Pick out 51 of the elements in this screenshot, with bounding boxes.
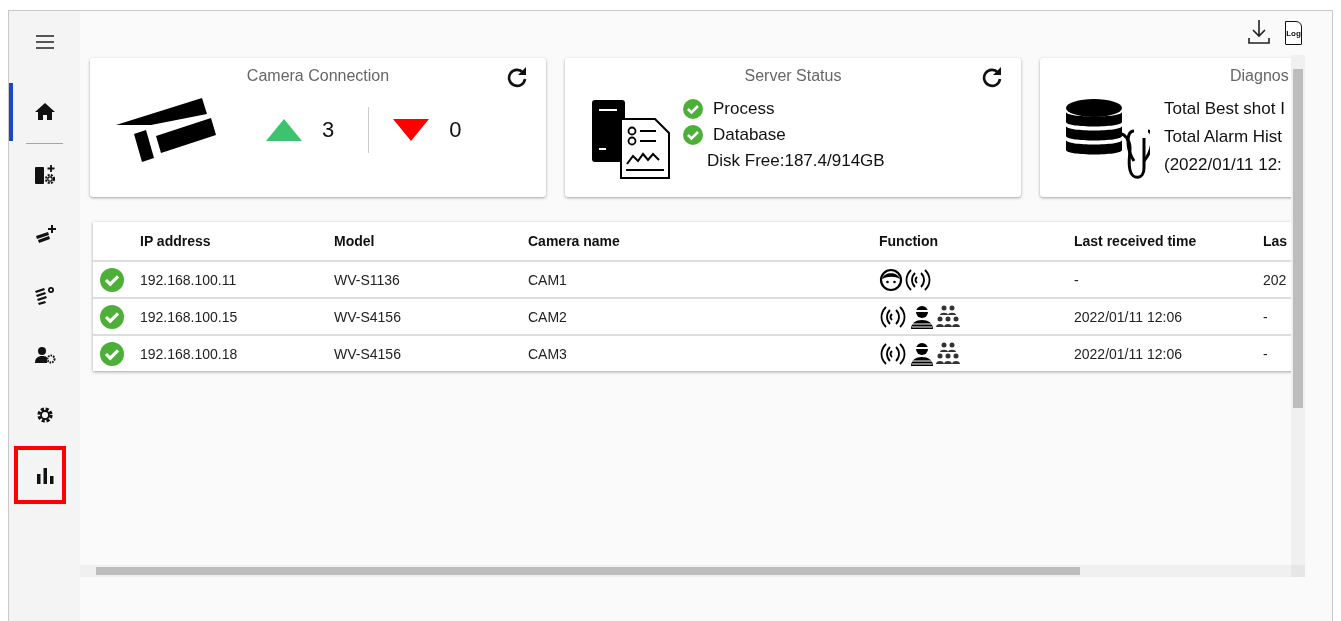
table-cell-text: 2022/01/11 12:06	[1073, 345, 1183, 362]
diagnosis-text: Total Alarm Hist	[1164, 127, 1284, 147]
table-cell-text: 192.168.100.18	[139, 345, 239, 362]
arrow-down-icon	[393, 119, 430, 141]
camera-plus-icon	[33, 224, 56, 246]
home-icon	[33, 101, 56, 123]
diagnosis-text: (2022/01/11 12:	[1164, 155, 1283, 175]
connected-count: 3	[322, 117, 335, 143]
face-icon	[879, 267, 903, 292]
refresh-icon[interactable]	[506, 66, 528, 88]
table-cell-text: 2022/01/11 12:06	[1073, 308, 1183, 325]
status-label: Process	[713, 99, 775, 119]
card-title: Diagnos	[1230, 67, 1289, 85]
disconnected-count: 0	[449, 117, 462, 143]
download-icon	[1247, 18, 1271, 45]
refresh-icon[interactable]	[981, 66, 1003, 88]
masked-person-icon	[910, 341, 934, 366]
table-cell-text: CAM2	[527, 308, 568, 325]
table-cell-text: 192.168.100.11	[139, 271, 238, 288]
masked-person-icon	[910, 304, 934, 329]
camera-icon	[116, 98, 216, 162]
column-header: Model	[333, 233, 376, 249]
status-label: Database	[713, 125, 786, 145]
table-cell-text: CAM1	[527, 271, 568, 288]
table-cell-text: -	[1262, 345, 1269, 362]
server-report-icon	[591, 98, 673, 180]
table-cell-text: -	[1262, 308, 1269, 325]
diagnosis-text: Total Best shot I	[1164, 99, 1285, 119]
crowd-icon	[935, 304, 961, 329]
column-header: Last received time	[1073, 233, 1198, 249]
column-header: Function	[878, 233, 940, 249]
card-title: Server Status	[743, 67, 843, 85]
log-button[interactable]: Log	[1285, 21, 1302, 45]
card-title: Camera Connection	[245, 67, 391, 85]
table-cell-text: WV-S1136	[333, 271, 401, 288]
column-header: Las	[1262, 233, 1289, 249]
device-gear-icon	[33, 164, 56, 186]
disk-free-text: Disk Free:187.4/914GB	[707, 151, 885, 171]
arrow-up-icon	[266, 119, 302, 141]
user-gear-icon	[33, 344, 56, 366]
column-header: IP address	[139, 233, 212, 249]
horizontal-scrollbar[interactable]	[80, 565, 1291, 577]
crowd-icon	[935, 341, 961, 366]
column-header: Camera name	[527, 233, 621, 249]
table-cell-text: WV-S4156	[333, 345, 402, 362]
vertical-scrollbar[interactable]	[1291, 55, 1305, 565]
table-cell-text: 192.168.100.15	[139, 308, 239, 325]
table-cell-text: WV-S4156	[333, 308, 402, 325]
table-cell-text: CAM3	[527, 345, 568, 362]
table-cell-text: 202	[1262, 271, 1288, 288]
table-cell-text: -	[1073, 271, 1080, 288]
